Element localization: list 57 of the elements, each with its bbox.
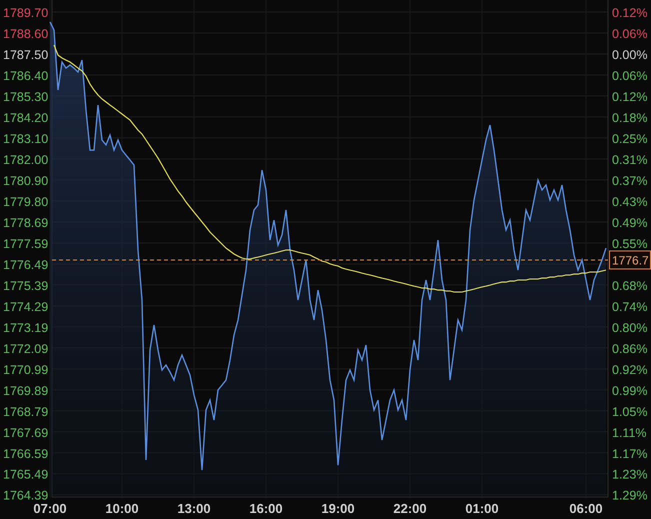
- axis-label: 1783.10: [3, 132, 48, 146]
- axis-label: 1782.00: [3, 152, 48, 167]
- axis-label: 1769.89: [3, 384, 48, 398]
- axis-label: 1.17%: [612, 446, 648, 461]
- axis-label: 0.18%: [612, 110, 648, 125]
- axis-label: 1787.50: [3, 48, 48, 62]
- axis-label: 0.55%: [612, 236, 648, 251]
- axis-label: 0.74%: [612, 300, 648, 314]
- axis-label: 1.23%: [612, 468, 648, 482]
- axis-label: 0.86%: [612, 342, 648, 356]
- axis-label: 0.37%: [612, 174, 648, 188]
- axis-label: 1.05%: [612, 404, 648, 419]
- axis-label: 1773.19: [3, 320, 48, 335]
- axis-label: 1765.49: [3, 468, 48, 482]
- axis-label: 0.31%: [612, 152, 648, 167]
- axis-label: 1786.40: [3, 68, 48, 83]
- axis-label: 1775.39: [3, 278, 48, 293]
- axis-label: 1777.59: [3, 236, 48, 251]
- axis-label: 01:00: [465, 501, 499, 516]
- axis-label: 13:00: [177, 501, 211, 516]
- axis-label: 0.25%: [612, 132, 648, 146]
- axis-label: 1.29%: [612, 488, 648, 503]
- axis-label: 1774.29: [3, 300, 48, 314]
- axis-label: 1770.99: [3, 362, 48, 377]
- axis-label: 1785.30: [3, 90, 48, 104]
- axis-label: 1776.49: [3, 258, 48, 272]
- axis-label: 0.49%: [612, 216, 648, 230]
- axis-label: 16:00: [249, 501, 283, 516]
- axis-label: 1778.69: [3, 216, 48, 230]
- axis-label: 1768.79: [3, 404, 48, 419]
- axis-label: 22:00: [393, 501, 427, 516]
- price-tag: 1776.7: [609, 250, 651, 270]
- axis-label: 1779.80: [3, 194, 48, 209]
- axis-label: 10:00: [105, 501, 139, 516]
- axis-label: 1767.69: [3, 426, 48, 440]
- ref-line-label: 1776.7: [612, 253, 650, 268]
- axis-label: 19:00: [321, 501, 355, 516]
- axis-label: 0.06%: [612, 68, 648, 83]
- axis-label: 0.43%: [612, 194, 648, 209]
- axis-label: 1772.09: [3, 342, 48, 356]
- axis-label: 0.92%: [612, 362, 648, 377]
- axis-label: 1784.20: [3, 110, 48, 125]
- axis-label: 06:00: [569, 501, 603, 516]
- axis-label: 07:00: [33, 501, 67, 516]
- axis-label: 0.00%: [612, 48, 648, 62]
- axis-label: 1764.39: [3, 488, 48, 503]
- axis-label: 0.12%: [612, 6, 648, 20]
- axis-label: 1766.59: [3, 446, 48, 461]
- axis-label: 1780.90: [3, 174, 48, 188]
- axis-label: 0.99%: [612, 384, 648, 398]
- axis-label: 0.06%: [612, 27, 648, 41]
- axis-label: 1789.70: [3, 6, 48, 20]
- axis-label: 0.80%: [612, 320, 648, 335]
- axis-label: 1788.60: [3, 27, 48, 41]
- axis-label: 1.11%: [612, 426, 647, 440]
- axis-label: 0.12%: [612, 90, 648, 104]
- axis-label: 0.68%: [612, 278, 648, 293]
